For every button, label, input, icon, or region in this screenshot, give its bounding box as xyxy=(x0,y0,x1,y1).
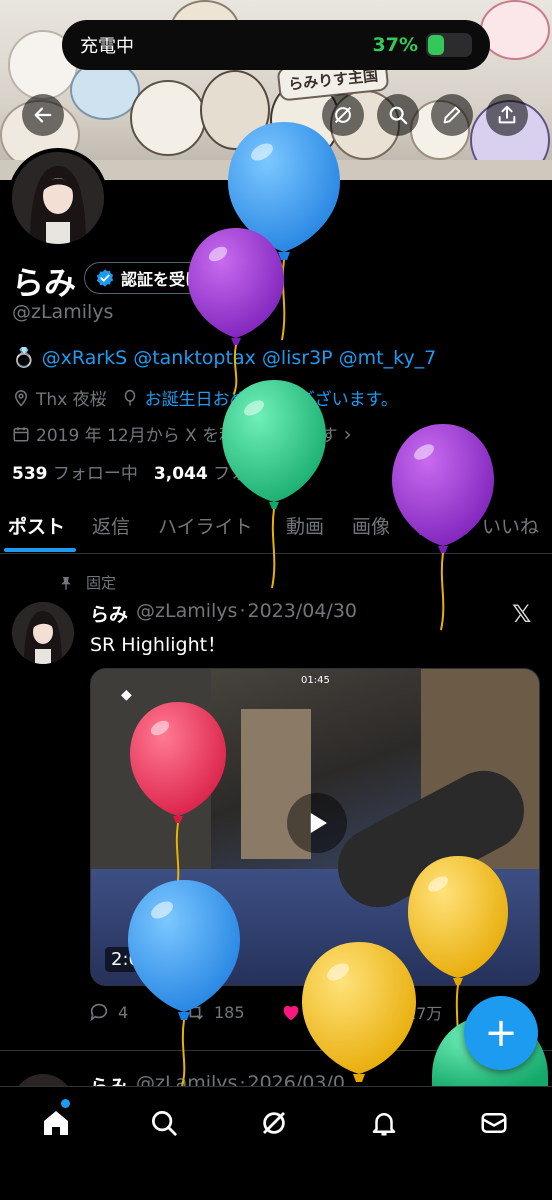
share-button[interactable] xyxy=(486,94,528,136)
following-link[interactable]: 539 フォロー中 xyxy=(12,459,138,484)
share-icon xyxy=(498,105,516,124)
nav-notifications[interactable] xyxy=(364,1103,404,1143)
charging-label: 充電中 xyxy=(80,36,134,57)
balloon-purple xyxy=(392,424,494,631)
following-label: フォロー中 xyxy=(52,464,138,484)
active-tab-indicator xyxy=(4,548,76,552)
edit-icon xyxy=(443,106,461,124)
post-avatar[interactable] xyxy=(12,602,74,664)
back-button[interactable] xyxy=(22,94,64,136)
balloon-red xyxy=(130,702,226,895)
post-header: らみ @zLamilys · 2023/04/30 xyxy=(90,600,357,627)
mail-icon xyxy=(481,1113,507,1133)
nav-home[interactable] xyxy=(36,1103,76,1143)
following-count: 539 xyxy=(12,464,48,484)
play-button[interactable] xyxy=(287,793,347,853)
search-button[interactable] xyxy=(377,94,419,136)
profile-handle: @zLamilys xyxy=(12,301,114,323)
reply-icon xyxy=(90,1003,108,1022)
home-icon xyxy=(44,1111,68,1135)
plus-icon: + xyxy=(484,1010,518,1056)
pin-icon xyxy=(61,576,71,590)
nav-search[interactable] xyxy=(144,1103,184,1143)
profile-avatar[interactable] xyxy=(8,148,108,248)
avatar-image xyxy=(12,602,74,664)
x-logo-icon: 𝕏 xyxy=(512,600,532,628)
ring-emoji: 💍 xyxy=(12,347,36,369)
post-date[interactable]: 2023/04/30 xyxy=(247,600,357,627)
tab-images[interactable]: 画像 xyxy=(352,512,390,539)
search-icon xyxy=(152,1111,177,1136)
post-dot: · xyxy=(239,600,246,622)
verified-badge-icon xyxy=(96,269,114,287)
post-author-handle[interactable]: @zLamilys xyxy=(136,600,237,627)
pinned-label: 固定 xyxy=(58,572,116,593)
compose-post-button[interactable]: + xyxy=(464,996,538,1070)
balloon-yellow xyxy=(302,942,416,1082)
balloon-purple xyxy=(188,228,284,395)
bottom-navigation xyxy=(0,1086,552,1200)
pinned-text: 固定 xyxy=(86,574,117,592)
chevron-right-icon: › xyxy=(343,421,352,446)
location-pin-icon xyxy=(14,389,28,407)
profile-name: らみ xyxy=(12,264,77,302)
balloon-green xyxy=(222,380,326,589)
battery-icon xyxy=(426,33,472,57)
video-hud: 01:45 xyxy=(301,675,330,686)
bio-mention[interactable]: @mt_ky_7 xyxy=(339,347,437,369)
search-icon xyxy=(389,106,408,125)
avatar-image xyxy=(12,152,104,244)
tab-replies[interactable]: 返信 xyxy=(92,512,130,539)
play-icon xyxy=(310,813,327,833)
balloon-blue xyxy=(128,880,240,1087)
bio-mention[interactable]: @xRarkS xyxy=(42,347,128,369)
battery-percent: 37% xyxy=(372,34,418,56)
status-pill: 充電中 37% xyxy=(62,20,490,70)
nav-grok[interactable] xyxy=(254,1103,294,1143)
post-author-name[interactable]: らみ xyxy=(90,600,128,627)
birthday-balloon-icon xyxy=(124,389,135,405)
battery-fill xyxy=(428,35,444,55)
back-arrow-icon xyxy=(34,107,52,123)
calendar-icon xyxy=(13,426,29,441)
edit-button[interactable] xyxy=(431,94,473,136)
followers-count: 3,044 xyxy=(153,464,208,484)
notification-dot xyxy=(61,1099,70,1108)
post-text: SR Highlight！ xyxy=(90,634,227,656)
tab-posts[interactable]: ポスト xyxy=(8,512,65,539)
nav-messages[interactable] xyxy=(474,1103,514,1143)
location-text: Thx 夜桜 xyxy=(36,390,107,410)
bell-icon xyxy=(372,1113,396,1136)
grok-icon xyxy=(263,1112,285,1134)
